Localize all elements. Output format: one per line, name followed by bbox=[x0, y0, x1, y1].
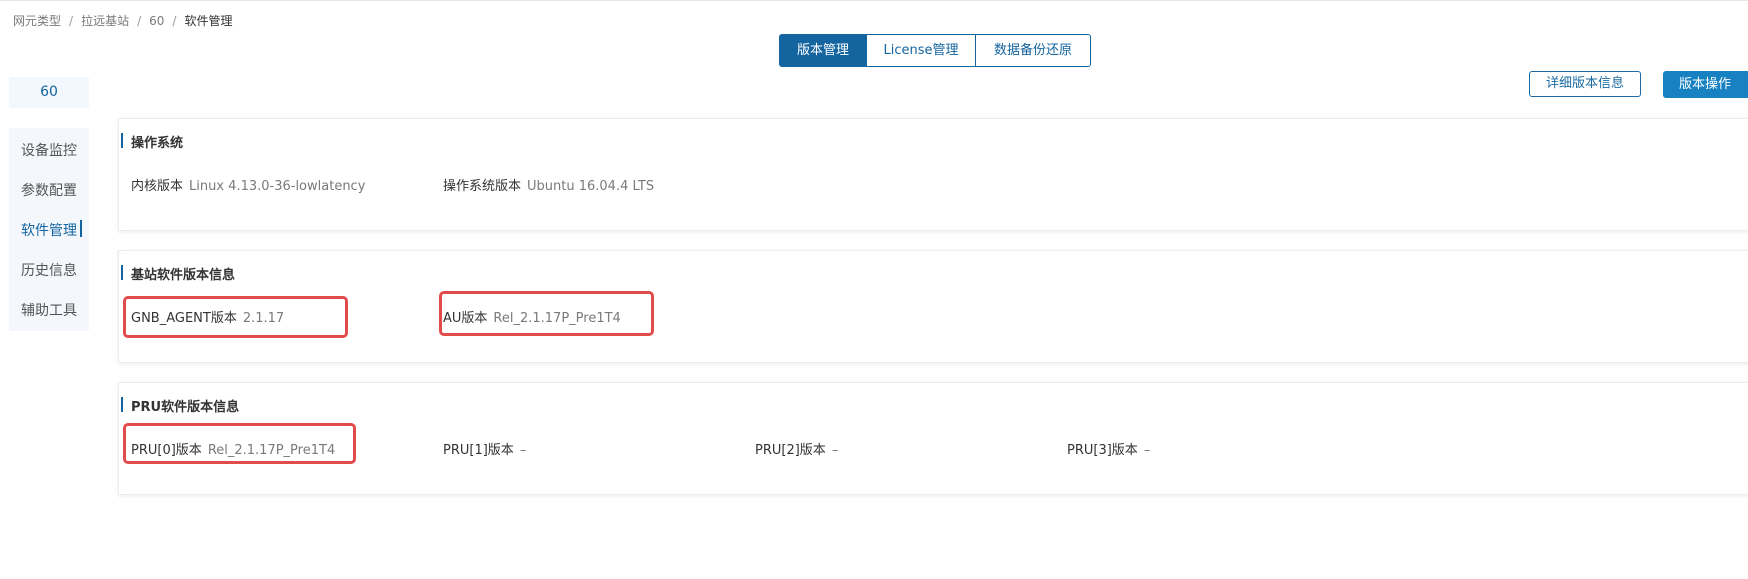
pru3-version-field: PRU[3]版本 – bbox=[1067, 439, 1150, 458]
pru2-version-field: PRU[2]版本 – bbox=[755, 439, 838, 458]
tab-data-backup-restore[interactable]: 数据备份还原 bbox=[976, 34, 1091, 67]
breadcrumb-item-remote-station[interactable]: 拉远基站 bbox=[81, 12, 129, 29]
os-card: 操作系统 内核版本 Linux 4.13.0-36-lowlatency 操作系统… bbox=[118, 118, 1748, 231]
pru1-version-label: PRU[1]版本 bbox=[443, 443, 514, 458]
sidebar-menu: 设备监控 参数配置 软件管理 历史信息 辅助工具 bbox=[9, 128, 89, 331]
tab-license-management[interactable]: License管理 bbox=[867, 34, 976, 67]
breadcrumb-current: 软件管理 bbox=[184, 14, 233, 28]
highlight-box-pru0 bbox=[123, 423, 356, 464]
kernel-version-value: Linux 4.13.0-36-lowlatency bbox=[189, 179, 366, 194]
pru3-version-value: – bbox=[1143, 443, 1151, 458]
breadcrumb-separator: / bbox=[172, 13, 177, 28]
kernel-version-label: 内核版本 bbox=[131, 179, 184, 194]
os-version-value: Ubuntu 16.04.4 LTS bbox=[527, 179, 655, 194]
breadcrumb: 网元类型 / 拉远基站 / 60 / 软件管理 bbox=[13, 12, 232, 29]
sidebar-item-parameter-config[interactable]: 参数配置 bbox=[21, 180, 77, 200]
breadcrumb-item-type[interactable]: 网元类型 bbox=[13, 12, 61, 29]
breadcrumb-item-node[interactable]: 60 bbox=[149, 14, 164, 28]
pru-section-title: PRU软件版本信息 bbox=[119, 396, 239, 415]
bs-section-title: 基站软件版本信息 bbox=[119, 264, 235, 283]
highlight-box-au bbox=[439, 291, 654, 336]
pru1-version-value: – bbox=[519, 443, 527, 458]
breadcrumb-separator: / bbox=[137, 13, 142, 28]
top-divider bbox=[0, 0, 1748, 1]
pru1-version-field: PRU[1]版本 – bbox=[443, 439, 526, 458]
sidebar-item-history[interactable]: 历史信息 bbox=[21, 260, 77, 280]
sidebar-active-indicator bbox=[80, 220, 82, 237]
breadcrumb-separator: / bbox=[69, 13, 74, 28]
tab-version-management[interactable]: 版本管理 bbox=[779, 34, 867, 67]
os-section-title: 操作系统 bbox=[119, 132, 183, 151]
pru2-version-label: PRU[2]版本 bbox=[755, 443, 826, 458]
node-label: 60 bbox=[9, 77, 89, 108]
kernel-version-field: 内核版本 Linux 4.13.0-36-lowlatency bbox=[131, 175, 365, 194]
pru2-version-value: – bbox=[831, 443, 839, 458]
os-version-label: 操作系统版本 bbox=[443, 179, 522, 194]
sidebar-item-device-monitor[interactable]: 设备监控 bbox=[21, 140, 77, 160]
pru3-version-label: PRU[3]版本 bbox=[1067, 443, 1138, 458]
highlight-box-gnb-agent bbox=[123, 296, 348, 338]
os-version-field: 操作系统版本 Ubuntu 16.04.4 LTS bbox=[443, 175, 654, 194]
sidebar-item-software-management[interactable]: 软件管理 bbox=[21, 220, 77, 240]
version-operation-button[interactable]: 版本操作 bbox=[1663, 71, 1748, 98]
bs-software-card: 基站软件版本信息 GNB_AGENT版本 2.1.17 AU版本 Rel_2.1.1… bbox=[118, 250, 1748, 363]
tab-bar: 版本管理 License管理 数据备份还原 bbox=[779, 34, 1091, 67]
sidebar-item-auxiliary-tools[interactable]: 辅助工具 bbox=[21, 300, 77, 320]
detail-version-info-button[interactable]: 详细版本信息 bbox=[1529, 71, 1641, 97]
pru-software-card: PRU软件版本信息 PRU[0]版本 Rel_2.1.17P_Pre1T4 PRU… bbox=[118, 382, 1748, 495]
